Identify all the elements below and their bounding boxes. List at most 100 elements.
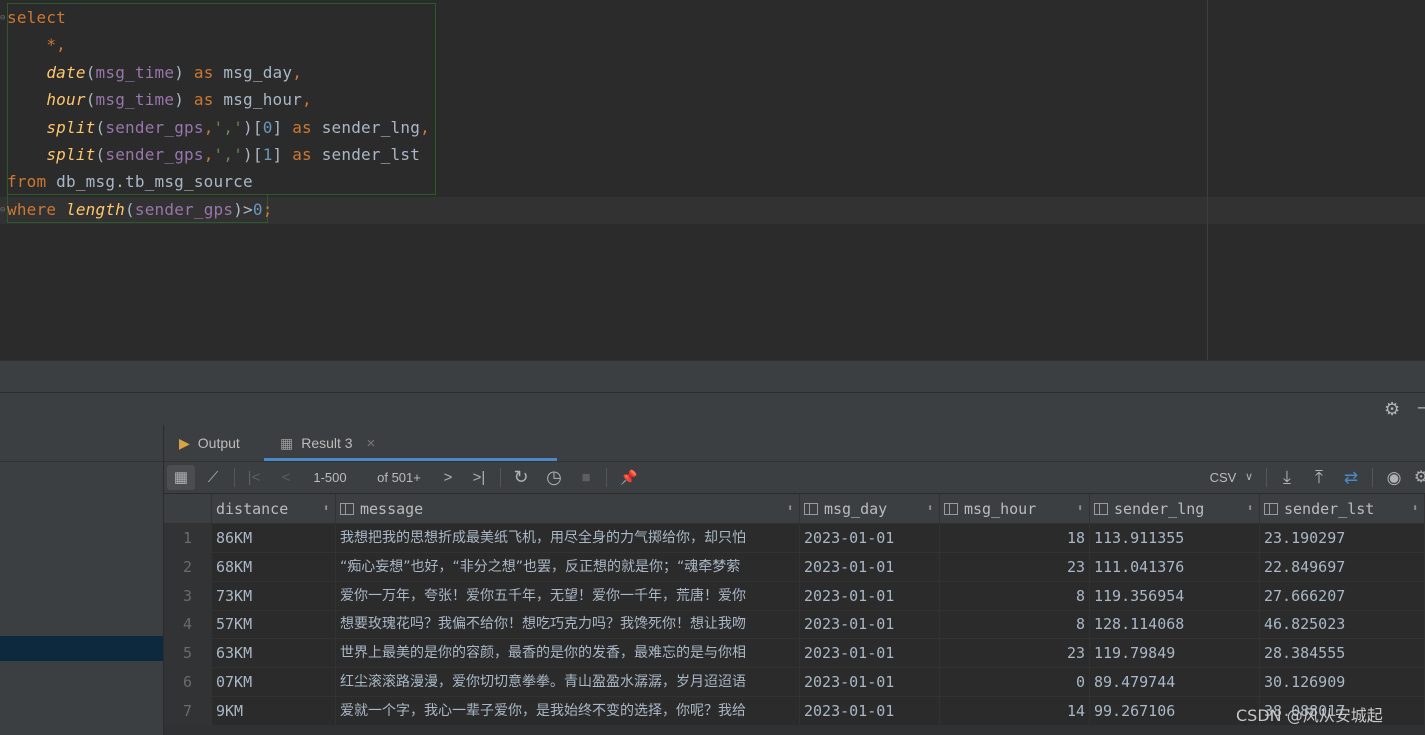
- cell-message[interactable]: 爱就一个字，我心一辈子爱你，是我始终不变的选择，你呢？我给: [336, 696, 800, 726]
- previous-page-icon[interactable]: <: [274, 462, 298, 493]
- cell-msg-day[interactable]: 2023-01-01: [800, 581, 940, 611]
- code-line[interactable]: where length(sender_gps)>0;: [7, 196, 273, 223]
- table-row[interactable]: 4 57KM 想要玫瑰花吗？我偏不给你！想吃巧克力吗？我馋死你！想让我吻 2023-0…: [164, 610, 1425, 640]
- cell-sender-lng[interactable]: 119.356954: [1090, 581, 1260, 611]
- cell-message[interactable]: 爱你一万年，夸张！爱你五千年，无望！爱你一千年，荒唐！爱你: [336, 581, 800, 611]
- tab-result-3[interactable]: ▦ Result 3 ×: [280, 425, 375, 461]
- table-view-icon[interactable]: ▦: [167, 465, 195, 490]
- row-number[interactable]: 4: [164, 610, 212, 640]
- cell-msg-day[interactable]: 2023-01-01: [800, 610, 940, 640]
- sort-icon[interactable]: ⬍: [927, 494, 933, 523]
- column-header-msg-hour[interactable]: msg_hour ⬍: [940, 494, 1090, 524]
- code-line[interactable]: hour(msg_time) as msg_hour,: [7, 86, 312, 113]
- cell-distance[interactable]: 73KM: [212, 581, 336, 611]
- tab-output[interactable]: ▶ Output: [179, 425, 240, 461]
- code-line[interactable]: split(sender_gps,',')[1] as sender_lst: [7, 141, 420, 168]
- cell-msg-hour[interactable]: 0: [940, 668, 1090, 697]
- next-page-icon[interactable]: >: [436, 462, 460, 493]
- cell-message[interactable]: “痴心妄想”也好，“非分之想”也罢，反正想的就是你；“魂牵梦萦: [336, 552, 800, 582]
- table-row[interactable]: 1 86KM 我想把我的思想折成最美纸飞机，用尽全身的力气掷给你，却只怕 2023-0…: [164, 524, 1425, 553]
- cell-sender-lst[interactable]: 46.825023: [1260, 610, 1425, 640]
- cell-distance[interactable]: 57KM: [212, 610, 336, 640]
- view-icon[interactable]: ◉: [1380, 462, 1408, 493]
- export-format-select[interactable]: CSV: [1208, 462, 1238, 493]
- column-header-sender-lng[interactable]: sender_lng ⬍: [1090, 494, 1260, 524]
- last-page-icon[interactable]: >|: [466, 462, 492, 493]
- row-number[interactable]: 7: [164, 696, 212, 726]
- cell-distance[interactable]: 9KM: [212, 696, 336, 726]
- cell-distance[interactable]: 68KM: [212, 552, 336, 582]
- download-icon[interactable]: ⤓: [1274, 462, 1300, 493]
- column-header-message[interactable]: message ⬍: [336, 494, 800, 524]
- column-header-sender-lst[interactable]: sender_lst ⬍: [1260, 494, 1425, 524]
- cell-sender-lng[interactable]: 89.479744: [1090, 668, 1260, 697]
- chart-view-icon[interactable]: ⟋: [200, 462, 226, 493]
- result-grid[interactable]: distance ⬍ message ⬍ msg_day ⬍ msg_hour …: [164, 494, 1425, 735]
- stop-icon[interactable]: ■: [574, 462, 598, 493]
- table-row[interactable]: 3 73KM 爱你一万年，夸张！爱你五千年，无望！爱你一千年，荒唐！爱你 2023-0…: [164, 581, 1425, 611]
- chevron-down-icon[interactable]: ∨: [1240, 462, 1258, 493]
- cell-sender-lst[interactable]: 28.384555: [1260, 639, 1425, 669]
- cell-message[interactable]: 红尘滚滚路漫漫，爱你切切意拳拳。青山盈盈水潺潺，岁月迢迢语: [336, 668, 800, 697]
- total-count[interactable]: of 501+: [374, 462, 424, 493]
- column-header-msg-day[interactable]: msg_day ⬍: [800, 494, 940, 524]
- cell-msg-hour[interactable]: 8: [940, 581, 1090, 611]
- code-line[interactable]: select: [7, 4, 66, 31]
- cell-sender-lst[interactable]: 22.849697: [1260, 552, 1425, 582]
- cell-msg-day[interactable]: 2023-01-01: [800, 696, 940, 726]
- row-number[interactable]: 5: [164, 639, 212, 669]
- cell-msg-hour[interactable]: 23: [940, 639, 1090, 669]
- cell-msg-day[interactable]: 2023-01-01: [800, 668, 940, 697]
- horizontal-scrollbar[interactable]: [164, 725, 1425, 735]
- cell-sender-lng[interactable]: 119.79849: [1090, 639, 1260, 669]
- row-number[interactable]: 6: [164, 668, 212, 697]
- cell-msg-day[interactable]: 2023-01-01: [800, 639, 940, 669]
- cell-sender-lst[interactable]: 30.126909: [1260, 668, 1425, 697]
- sort-icon[interactable]: ⬍: [323, 494, 329, 523]
- table-row[interactable]: 6 07KM 红尘滚滚路漫漫，爱你切切意拳拳。青山盈盈水潺潺，岁月迢迢语 2023-0…: [164, 668, 1425, 697]
- cell-sender-lst[interactable]: 27.666207: [1260, 581, 1425, 611]
- row-number[interactable]: 2: [164, 552, 212, 582]
- selected-tree-item[interactable]: [0, 636, 163, 661]
- cell-message[interactable]: 我想把我的思想折成最美纸飞机，用尽全身的力气掷给你，却只怕: [336, 524, 800, 553]
- cell-msg-hour[interactable]: 8: [940, 610, 1090, 640]
- close-tab-icon[interactable]: ×: [366, 435, 375, 452]
- history-icon[interactable]: ◷: [541, 462, 567, 493]
- row-number[interactable]: 3: [164, 581, 212, 611]
- cell-message[interactable]: 世界上最美的是你的容颜，最香的是你的发香，最难忘的是与你相: [336, 639, 800, 669]
- sort-icon[interactable]: ⬍: [1077, 494, 1083, 523]
- compare-icon[interactable]: ⇄: [1338, 462, 1364, 493]
- cell-sender-lst[interactable]: 23.190297: [1260, 524, 1425, 553]
- table-row[interactable]: 5 63KM 世界上最美的是你的容颜，最香的是你的发香，最难忘的是与你相 2023-0…: [164, 639, 1425, 669]
- pin-icon[interactable]: 📌: [616, 462, 642, 493]
- row-number[interactable]: 1: [164, 524, 212, 553]
- cell-distance[interactable]: 07KM: [212, 668, 336, 697]
- cell-sender-lng[interactable]: 111.041376: [1090, 552, 1260, 582]
- code-line[interactable]: split(sender_gps,',')[0] as sender_lng,: [7, 114, 430, 141]
- cell-sender-lng[interactable]: 99.267106: [1090, 696, 1260, 726]
- minimize-icon[interactable]: –: [1417, 397, 1425, 418]
- cell-msg-hour[interactable]: 23: [940, 552, 1090, 582]
- sql-editor[interactable]: ⊖ ⊖ select *, date(msg_time) as msg_day,…: [0, 0, 1425, 360]
- cell-msg-hour[interactable]: 18: [940, 524, 1090, 553]
- cell-distance[interactable]: 86KM: [212, 524, 336, 553]
- cell-distance[interactable]: 63KM: [212, 639, 336, 669]
- cell-sender-lng[interactable]: 113.911355: [1090, 524, 1260, 553]
- grid-settings-icon[interactable]: ⚙: [1412, 462, 1425, 493]
- cell-sender-lng[interactable]: 128.114068: [1090, 610, 1260, 640]
- sort-icon[interactable]: ⬍: [787, 494, 793, 523]
- cell-message[interactable]: 想要玫瑰花吗？我偏不给你！想吃巧克力吗？我馋死你！想让我吻: [336, 610, 800, 640]
- settings-icon[interactable]: ⚙: [1384, 399, 1400, 420]
- column-header-distance[interactable]: distance ⬍: [212, 494, 336, 524]
- refresh-icon[interactable]: ↻: [508, 462, 534, 493]
- cell-msg-day[interactable]: 2023-01-01: [800, 552, 940, 582]
- cell-msg-hour[interactable]: 14: [940, 696, 1090, 726]
- code-line[interactable]: from db_msg.tb_msg_source: [7, 168, 253, 195]
- table-row[interactable]: 2 68KM “痴心妄想”也好，“非分之想”也罢，反正想的就是你；“魂牵梦萦 2023…: [164, 552, 1425, 582]
- cell-msg-day[interactable]: 2023-01-01: [800, 524, 940, 553]
- code-line[interactable]: *,: [7, 31, 66, 58]
- sort-icon[interactable]: ⬍: [1247, 494, 1253, 523]
- sort-icon[interactable]: ⬍: [1412, 494, 1418, 523]
- first-page-icon[interactable]: |<: [242, 462, 266, 493]
- code-line[interactable]: date(msg_time) as msg_day,: [7, 59, 302, 86]
